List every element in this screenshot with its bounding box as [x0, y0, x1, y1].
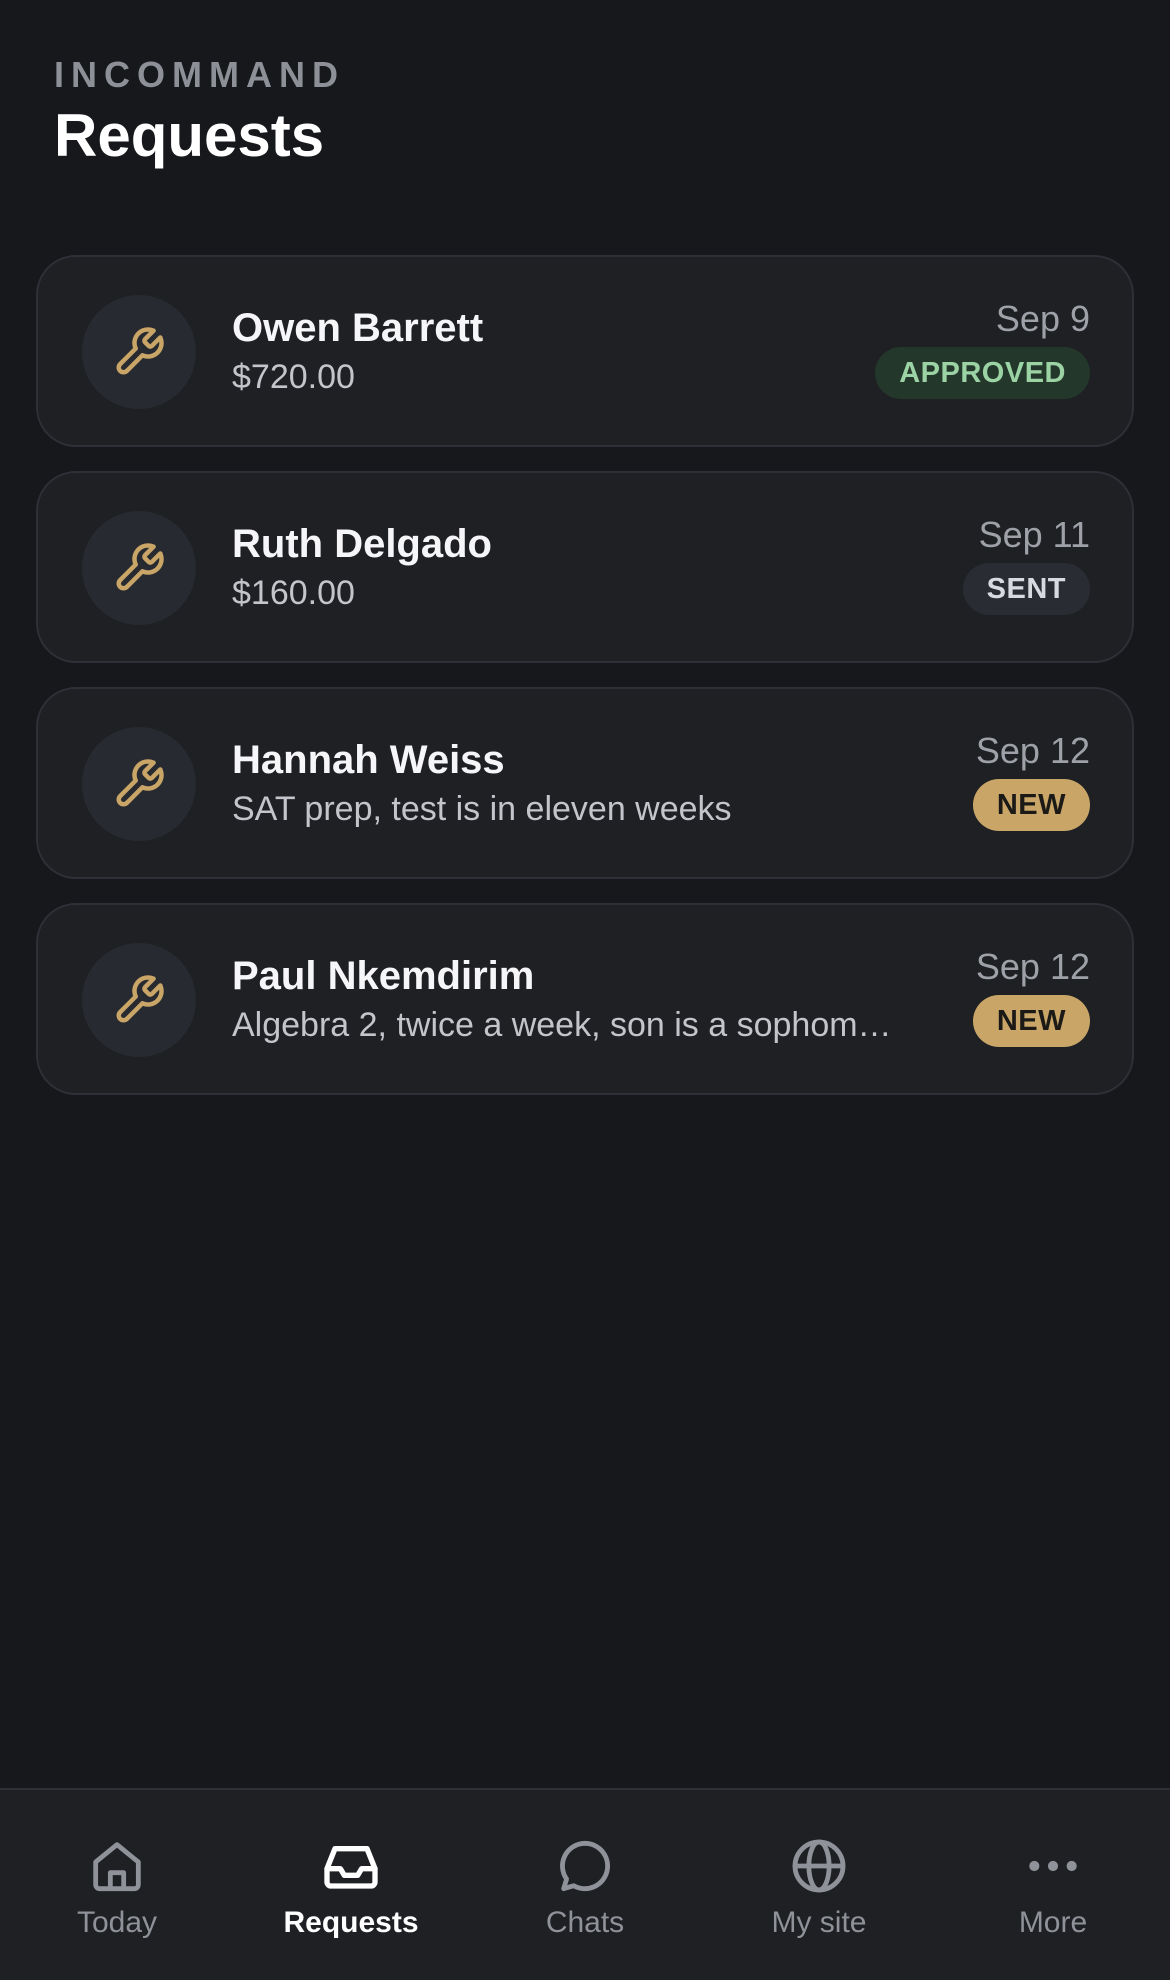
request-card-owen-barrett[interactable]: Owen Barrett $720.00 Sep 9 APPROVED [36, 255, 1134, 447]
wrench-icon [82, 511, 196, 625]
tab-my-site[interactable]: My site [702, 1790, 936, 1980]
wrench-icon [82, 295, 196, 409]
tab-label: More [1018, 1906, 1088, 1939]
tab-today[interactable]: Today [0, 1790, 234, 1980]
requests-screen: INCOMMAND Requests Owen Barrett $720.00 … [0, 0, 1170, 1980]
request-client-name: Ruth Delgado [232, 522, 492, 566]
tab-requests[interactable]: Requests [234, 1790, 468, 1980]
request-detail: $720.00 [232, 358, 355, 396]
status-badge: SENT [962, 563, 1090, 615]
tab-label: Today [76, 1906, 158, 1939]
inbox-icon [324, 1846, 378, 1889]
wrench-icon [82, 727, 196, 841]
brand-label: INCOMMAND [54, 54, 345, 95]
request-detail: Algebra 2, twice a week, son is a sophom… [232, 1006, 892, 1044]
page-title: Requests [54, 102, 325, 169]
status-badge: NEW [972, 995, 1090, 1047]
request-date: Sep 12 [975, 730, 1090, 771]
chat-bubble-icon [560, 1840, 611, 1892]
request-card-paul-nkemdirim[interactable]: Paul Nkemdirim Algebra 2, twice a week, … [36, 903, 1134, 1095]
tab-label: My site [771, 1906, 867, 1939]
bottom-tab-bar: Today Requests Chats My site More [0, 1788, 1170, 1980]
globe-icon [792, 1839, 846, 1893]
page-header: INCOMMAND Requests [54, 52, 345, 172]
status-badge: APPROVED [875, 347, 1090, 399]
request-list: Owen Barrett $720.00 Sep 9 APPROVED Ruth… [36, 255, 1134, 1119]
request-client-name: Owen Barrett [232, 306, 484, 350]
tab-label: Requests [283, 1906, 419, 1939]
request-card-ruth-delgado[interactable]: Ruth Delgado $160.00 Sep 11 SENT [36, 471, 1134, 663]
request-date: Sep 11 [978, 514, 1090, 555]
request-detail: SAT prep, test is in eleven weeks [232, 790, 732, 828]
status-badge: NEW [972, 779, 1090, 831]
tab-more[interactable]: More [936, 1790, 1170, 1980]
wrench-icon [82, 943, 196, 1057]
request-card-hannah-weiss[interactable]: Hannah Weiss SAT prep, test is in eleven… [36, 687, 1134, 879]
home-icon [93, 1842, 141, 1892]
request-detail: $160.00 [232, 574, 355, 612]
request-date: Sep 9 [995, 298, 1090, 339]
request-client-name: Paul Nkemdirim [232, 954, 535, 998]
more-dots-icon [1029, 1860, 1077, 1872]
tab-chats[interactable]: Chats [468, 1790, 702, 1980]
tab-label: Chats [545, 1906, 625, 1939]
request-date: Sep 12 [975, 946, 1090, 987]
request-client-name: Hannah Weiss [232, 738, 505, 782]
